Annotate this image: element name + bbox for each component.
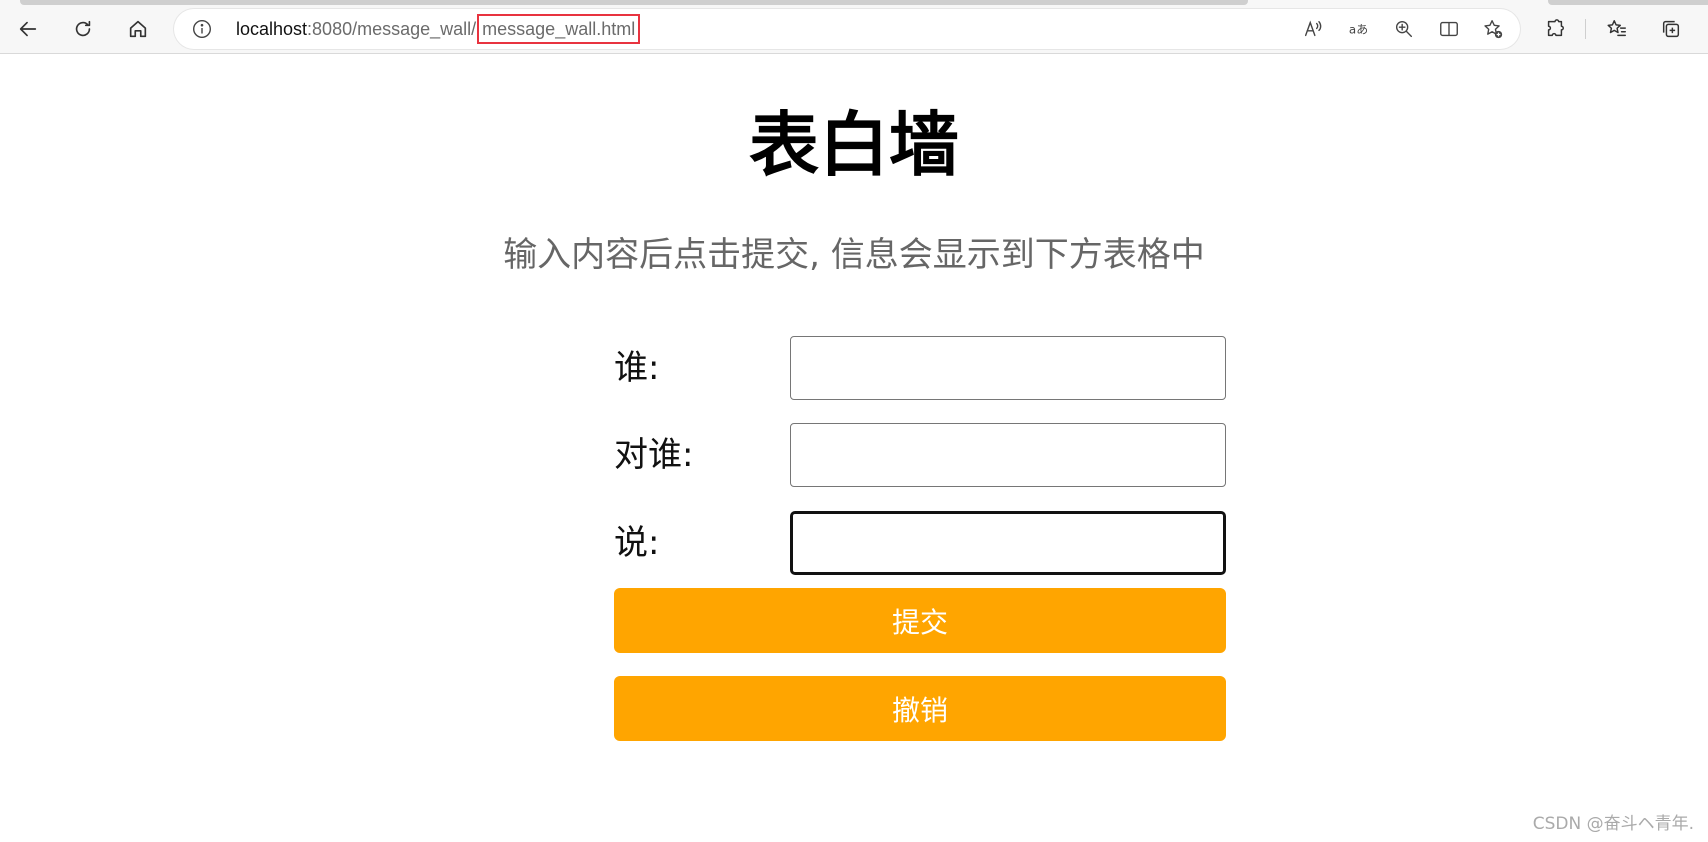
home-button[interactable]: [120, 11, 156, 47]
collections-icon: [1662, 20, 1680, 38]
back-button[interactable]: [10, 11, 46, 47]
collections-button[interactable]: [1653, 11, 1689, 47]
favorites-button[interactable]: [1599, 11, 1635, 47]
add-favorite-button[interactable]: [1482, 18, 1504, 40]
from-label: 谁:: [614, 348, 660, 388]
home-icon: [129, 20, 147, 38]
refresh-button[interactable]: [65, 11, 101, 47]
url-path: :8080/message_wall/: [307, 19, 477, 39]
url-host: localhost: [236, 19, 308, 39]
arrow-left-icon: [19, 21, 37, 37]
toolbar-divider: [1585, 19, 1586, 39]
address-bar[interactable]: localhost:8080/message_wall/message_wall…: [174, 9, 1520, 49]
extensions-button[interactable]: [1537, 11, 1573, 47]
translate-button[interactable]: aあ: [1348, 18, 1370, 40]
refresh-icon: [75, 20, 91, 37]
to-label: 对谁:: [614, 435, 694, 475]
url-file-highlight: message_wall.html: [477, 14, 641, 44]
tab-strip-edge: [20, 0, 1248, 5]
revoke-button[interactable]: 撤销: [614, 676, 1226, 741]
browser-toolbar: localhost:8080/message_wall/message_wall…: [0, 0, 1708, 54]
submit-button[interactable]: 提交: [614, 588, 1226, 653]
split-screen-button[interactable]: [1438, 18, 1460, 40]
zoom-button[interactable]: [1393, 18, 1415, 40]
puzzle-icon: [1547, 19, 1564, 37]
message-input[interactable]: [790, 511, 1226, 575]
zoom-in-icon: [1395, 20, 1413, 38]
page-content: 表白墙 输入内容后点击提交, 信息会显示到下方表格中 谁: 对谁: 说: 提交 …: [0, 55, 1708, 842]
star-plus-icon: [1484, 20, 1503, 39]
svg-text:aあ: aあ: [1349, 23, 1368, 37]
url-text[interactable]: localhost:8080/message_wall/message_wall…: [236, 9, 641, 49]
tab-strip-edge-right: [1548, 0, 1708, 5]
to-input[interactable]: [790, 423, 1226, 487]
form-row-message: 说:: [614, 510, 1226, 576]
form-row-to: 对谁:: [614, 422, 1226, 488]
page-subtitle: 输入内容后点击提交, 信息会显示到下方表格中: [503, 235, 1205, 275]
message-label: 说:: [614, 523, 660, 563]
read-aloud-icon: [1304, 20, 1322, 37]
info-icon[interactable]: [192, 19, 212, 39]
read-aloud-button[interactable]: [1302, 18, 1324, 40]
favorites-list-icon: [1607, 20, 1626, 37]
watermark: CSDN @奋斗ヘ青年.: [1532, 814, 1694, 834]
from-input[interactable]: [790, 336, 1226, 400]
form-row-from: 谁:: [614, 335, 1226, 401]
page-title: 表白墙: [749, 104, 959, 186]
split-screen-icon: [1440, 21, 1458, 37]
translate-icon: aあ: [1349, 23, 1368, 37]
